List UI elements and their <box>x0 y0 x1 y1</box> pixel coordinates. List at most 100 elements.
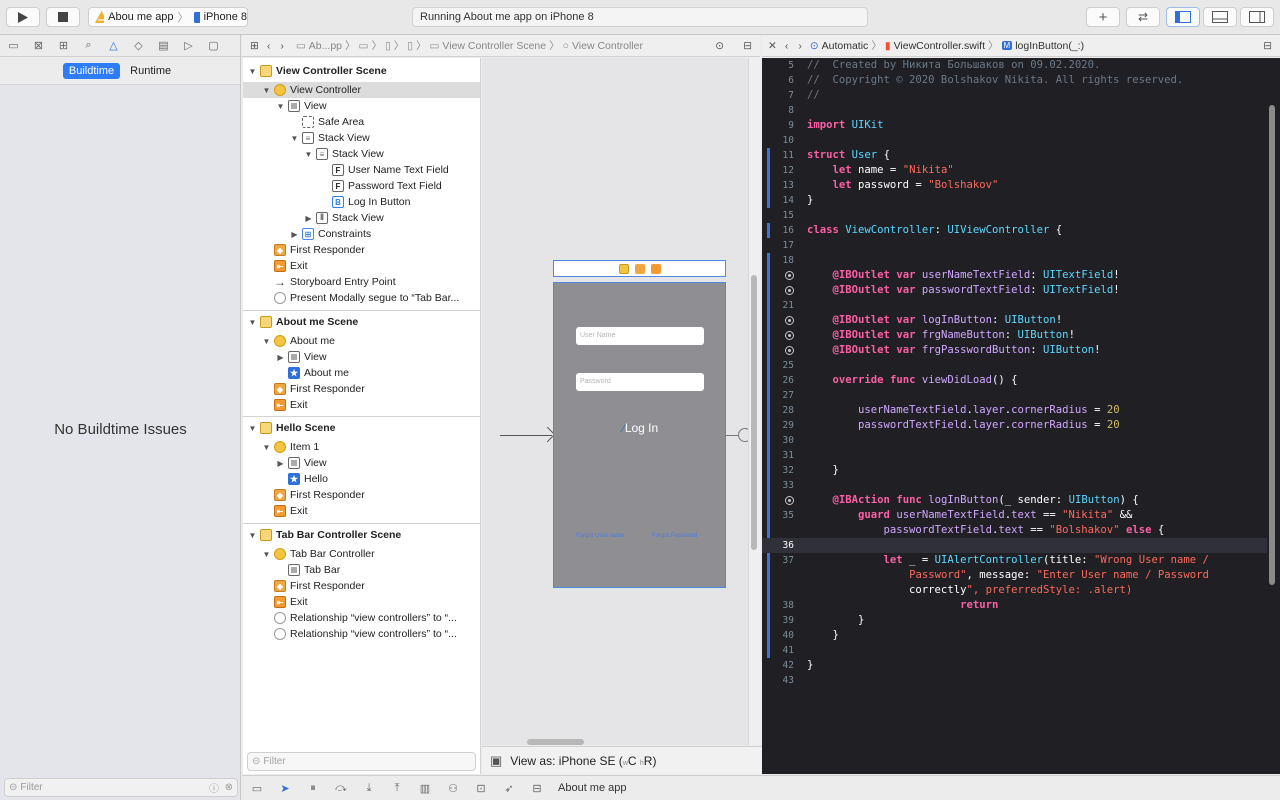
outline-scene-row[interactable]: ▼ View Controller Scene <box>243 63 480 79</box>
outline-row[interactable]: ⇤ Exit <box>243 594 480 610</box>
outlet-connection-icon[interactable] <box>785 286 794 295</box>
outline-row[interactable]: ▶ View <box>243 455 480 471</box>
code-line[interactable]: 39 } <box>762 613 1267 628</box>
source-editor[interactable]: 5 // Created by Никита Большаков on 09.02… <box>762 58 1280 774</box>
source-control-icon[interactable]: ⊠ <box>32 39 45 52</box>
outline-row[interactable]: Tab Bar <box>243 562 480 578</box>
close-icon[interactable]: ✕ <box>768 40 777 52</box>
outlet-connection-icon[interactable] <box>785 271 794 280</box>
forward-icon[interactable]: › <box>798 40 802 52</box>
outline-row[interactable]: ▶ ⦀ Stack View <box>243 210 480 226</box>
folder-icon[interactable]: ▭ <box>359 40 369 52</box>
library-button[interactable]: + <box>1086 7 1120 27</box>
outline-row[interactable]: → Storyboard Entry Point <box>243 274 480 290</box>
stop-button[interactable] <box>46 7 80 27</box>
outline-row[interactable]: ▼ Tab Bar Controller <box>243 546 480 562</box>
breakpoints-toggle-icon[interactable]: ➤ <box>278 781 292 795</box>
outline-row[interactable]: B Log In Button <box>243 194 480 210</box>
code-line[interactable]: 33 <box>762 478 1267 493</box>
code-line[interactable]: 17 <box>762 238 1267 253</box>
outline-row[interactable]: ▼ ≡ Stack View <box>243 130 480 146</box>
breakpoint-icon[interactable]: ▷ <box>182 39 195 52</box>
report-icon[interactable]: ▢ <box>207 39 220 52</box>
outline-filter-field[interactable]: ⊝ Filter <box>247 752 476 771</box>
outlet-connection-icon[interactable] <box>785 331 794 340</box>
hide-debug-icon[interactable]: ▭ <box>250 781 264 795</box>
warning-filter-icon[interactable]: ⓘ <box>209 780 219 795</box>
first-responder-icon[interactable] <box>634 263 645 274</box>
outlet-connection-icon[interactable] <box>785 346 794 355</box>
code-line[interactable]: Password", message: "Enter User name / P… <box>762 568 1267 583</box>
code-line[interactable]: 19 @IBOutlet var userNameTextField: UITe… <box>762 268 1267 283</box>
jump-automatic[interactable]: Automatic <box>822 40 869 52</box>
code-line[interactable]: 24 @IBOutlet var frgPasswordButton: UIBu… <box>762 343 1267 358</box>
outline-row[interactable]: ▶ View <box>243 349 480 365</box>
scene-dock[interactable] <box>553 260 726 277</box>
debug-target-label[interactable]: About me app <box>558 782 627 794</box>
outline-row[interactable]: ▼ Item 1 <box>243 439 480 455</box>
code-line[interactable]: 23 @IBOutlet var frgNameButton: UIButton… <box>762 328 1267 343</box>
code-line[interactable]: 11 struct User { <box>762 148 1267 163</box>
view-as-label[interactable]: View as: iPhone SE (wC hR) <box>510 754 656 768</box>
code-line[interactable]: 35 guard userNameTextField.text == "Niki… <box>762 508 1267 523</box>
code-line[interactable]: correctly", preferredStyle: .alert) <box>762 583 1267 598</box>
related-items-icon[interactable]: ⊙ <box>810 40 819 52</box>
jump-method[interactable]: logInButton(_:) <box>1015 40 1084 52</box>
step-into-icon[interactable]: ⤓ <box>362 781 376 795</box>
forward-icon[interactable]: › <box>280 40 284 52</box>
code-line[interactable]: 21 <box>762 298 1267 313</box>
jump-view-controller[interactable]: View Controller <box>572 40 643 52</box>
toggle-navigator-button[interactable] <box>1166 7 1200 27</box>
outline-scene-row[interactable]: ▼ About me Scene <box>243 314 480 330</box>
outline-row[interactable]: Relationship “view controllers” to “... <box>243 626 480 642</box>
toggle-debug-button[interactable] <box>1203 7 1237 27</box>
horizontal-scrollbar[interactable] <box>527 739 584 745</box>
grid-icon[interactable]: ⊞ <box>250 40 259 52</box>
outline-scene-row[interactable]: ▼ Tab Bar Controller Scene <box>243 527 480 543</box>
toggle-outline-icon[interactable]: ▣ <box>490 753 502 769</box>
code-line[interactable]: 25 <box>762 358 1267 373</box>
code-line[interactable]: 5 // Created by Никита Большаков on 09.02… <box>762 58 1267 73</box>
code-line[interactable]: 37 let _ = UIAlertController(title: "Wro… <box>762 553 1267 568</box>
back-icon[interactable]: ‹ <box>785 40 789 52</box>
code-line[interactable]: 20 @IBOutlet var passwordTextField: UITe… <box>762 283 1267 298</box>
code-line[interactable]: 41 <box>762 643 1267 658</box>
code-line[interactable]: 6 // Copyright © 2020 Bolshakov Nikita. A… <box>762 73 1267 88</box>
outline-row[interactable]: ◆ First Responder <box>243 578 480 594</box>
vertical-scrollbar[interactable] <box>751 275 757 550</box>
code-line[interactable]: 15 <box>762 208 1267 223</box>
simulate-location-icon[interactable]: ➶ <box>502 781 516 795</box>
username-text-field[interactable]: User Name <box>576 327 704 345</box>
code-line[interactable]: 9 import UIKit <box>762 118 1267 133</box>
step-over-icon[interactable]: ⤼ <box>334 781 348 795</box>
code-scrollbar[interactable] <box>1269 105 1275 585</box>
code-line[interactable]: 30 <box>762 433 1267 448</box>
debug-icon[interactable]: ▤ <box>157 39 170 52</box>
add-editor-icon[interactable]: ⊟ <box>1263 40 1272 52</box>
code-line[interactable]: 14} <box>762 193 1267 208</box>
outline-row[interactable]: ▼ About me <box>243 333 480 349</box>
code-line[interactable]: 28 userNameTextField.layer.cornerRadius … <box>762 403 1267 418</box>
outline-row[interactable]: ⇤ Exit <box>243 258 480 274</box>
tab-buildtime[interactable]: Buildtime <box>62 62 121 79</box>
outline-row[interactable]: Present Modally segue to “Tab Bar... <box>243 290 480 306</box>
folder-icon[interactable]: ▭ <box>7 39 20 52</box>
code-line[interactable]: 34 @IBAction func logInButton(_ sender: … <box>762 493 1267 508</box>
file-icon[interactable]: ▯ <box>407 40 413 52</box>
code-line[interactable]: 27 <box>762 388 1267 403</box>
adjust-editor-icon[interactable]: ⊙ <box>715 40 724 52</box>
storyboard-entry-arrow[interactable] <box>500 435 552 436</box>
outline-row[interactable]: ▼ View <box>243 98 480 114</box>
code-line[interactable]: passwordTextField.text == "Bolshakov" el… <box>762 523 1267 538</box>
code-line[interactable]: 18 <box>762 253 1267 268</box>
code-line[interactable]: 22 @IBOutlet var logInButton: UIButton! <box>762 313 1267 328</box>
outline-row[interactable]: F User Name Text Field <box>243 162 480 178</box>
code-line[interactable]: 16 class ViewController: UIViewController… <box>762 223 1267 238</box>
code-line[interactable]: 36 <box>762 538 1267 553</box>
outline-row[interactable]: ◆ First Responder <box>243 381 480 397</box>
code-line[interactable]: 40 } <box>762 628 1267 643</box>
outline-scene-row[interactable]: ▼ Hello Scene <box>243 420 480 436</box>
outline-row[interactable]: ▼ View Controller <box>243 82 480 98</box>
code-line[interactable]: 43 <box>762 673 1267 688</box>
step-out-icon[interactable]: ⤒ <box>390 781 404 795</box>
